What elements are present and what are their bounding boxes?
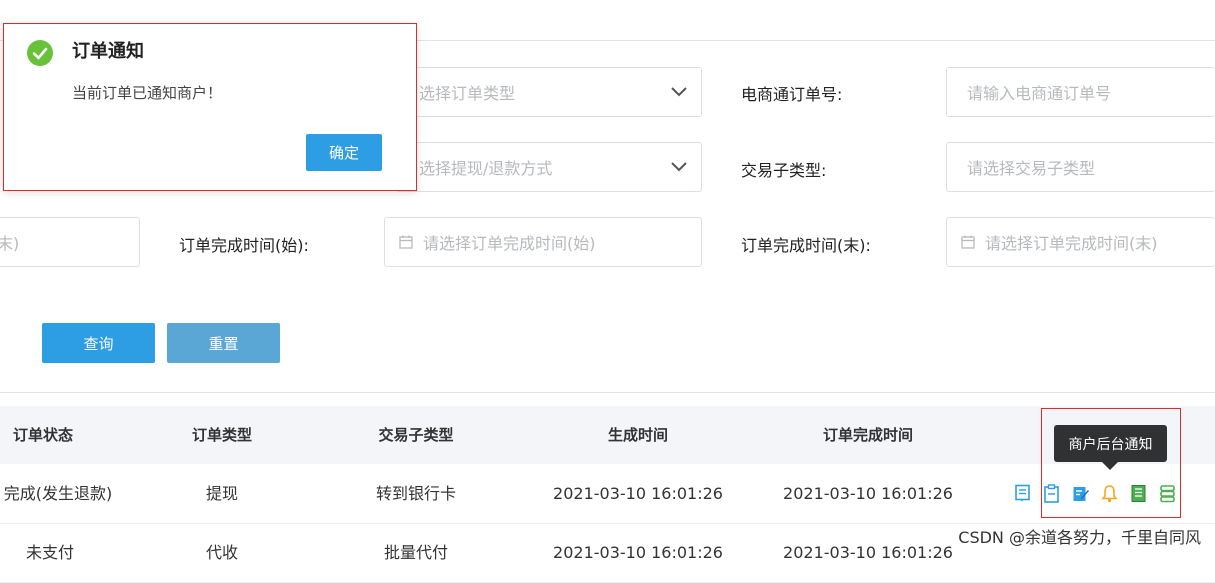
cell-created-time: 2021-03-10 16:01:26 <box>553 543 723 562</box>
column-header-order-type: 订单类型 <box>191 426 253 444</box>
reset-button[interactable]: 重置 <box>167 323 280 363</box>
success-check-icon <box>27 40 53 66</box>
confirm-button[interactable]: 确定 <box>306 134 382 171</box>
cell-order-status: 未支付 <box>25 543 75 562</box>
order-type-placeholder: 选择订单类型 <box>419 84 516 103</box>
complete-end-date-picker[interactable]: 请选择订单完成时间(末) <box>946 217 1215 267</box>
query-button[interactable]: 查询 <box>42 323 155 363</box>
cell-created-time: 2021-03-10 16:01:26 <box>553 484 723 503</box>
ecommerce-order-placeholder: 请输入电商通订单号 <box>967 84 1112 103</box>
trade-subtype-placeholder: 请选择交易子类型 <box>967 159 1096 178</box>
complete-start-label: 订单完成时间(始): <box>179 236 309 255</box>
detail-icon[interactable] <box>1014 484 1031 503</box>
partial-date-input[interactable]: 末) <box>0 217 140 267</box>
order-notify-dialog: 订单通知 当前订单已通知商户！ 确定 <box>3 23 417 191</box>
tooltip-arrow <box>1102 462 1118 470</box>
section-divider <box>0 392 1215 393</box>
cell-complete-time: 2021-03-10 16:01:26 <box>783 543 953 562</box>
trade-subtype-select[interactable]: 请选择交易子类型 <box>946 142 1215 192</box>
calendar-icon <box>399 235 413 249</box>
withdraw-method-placeholder: 选择提现/退款方式 <box>419 159 553 178</box>
withdraw-method-select[interactable]: 选择提现/退款方式 <box>396 142 702 192</box>
dialog-message: 当前订单已通知商户！ <box>72 84 223 102</box>
cell-trade-subtype: 批量代付 <box>383 543 449 562</box>
cell-order-status: 完成(发生退款) <box>3 484 113 503</box>
trade-subtype-label: 交易子类型: <box>741 161 827 180</box>
cell-order-type: 代收 <box>205 543 239 562</box>
chevron-down-icon <box>671 87 687 97</box>
complete-end-label: 订单完成时间(末): <box>741 236 871 255</box>
table-header: 订单状态 订单类型 交易子类型 生成时间 订单完成时间 <box>0 406 1215 464</box>
calendar-icon <box>961 235 975 249</box>
column-header-complete-time: 订单完成时间 <box>822 426 914 444</box>
dialog-title: 订单通知 <box>72 41 144 62</box>
table-row: 完成(发生退款) 提现 转到银行卡 2021-03-10 16:01:26 20… <box>0 465 1215 524</box>
complete-start-date-picker[interactable]: 请选择订单完成时间(始) <box>384 217 702 267</box>
column-header-trade-subtype: 交易子类型 <box>378 426 454 444</box>
cell-order-type: 提现 <box>205 484 239 503</box>
chevron-down-icon <box>671 162 687 172</box>
cell-complete-time: 2021-03-10 16:01:26 <box>783 484 953 503</box>
partial-date-placeholder: 末) <box>0 234 20 253</box>
complete-start-placeholder: 请选择订单完成时间(始) <box>423 234 596 253</box>
merchant-notify-tooltip: 商户后台通知 <box>1054 425 1167 462</box>
ecommerce-order-input[interactable]: 请输入电商通订单号 <box>946 67 1215 117</box>
column-header-created-time: 生成时间 <box>607 426 669 444</box>
ecommerce-order-label: 电商通订单号: <box>741 85 843 104</box>
cell-trade-subtype: 转到银行卡 <box>375 484 457 503</box>
order-type-select[interactable]: 选择订单类型 <box>396 67 702 117</box>
complete-end-placeholder: 请选择订单完成时间(末) <box>985 234 1158 253</box>
column-header-order-status: 订单状态 <box>12 426 74 444</box>
csdn-watermark: CSDN @余道各努力，千里自同风 <box>958 524 1201 548</box>
